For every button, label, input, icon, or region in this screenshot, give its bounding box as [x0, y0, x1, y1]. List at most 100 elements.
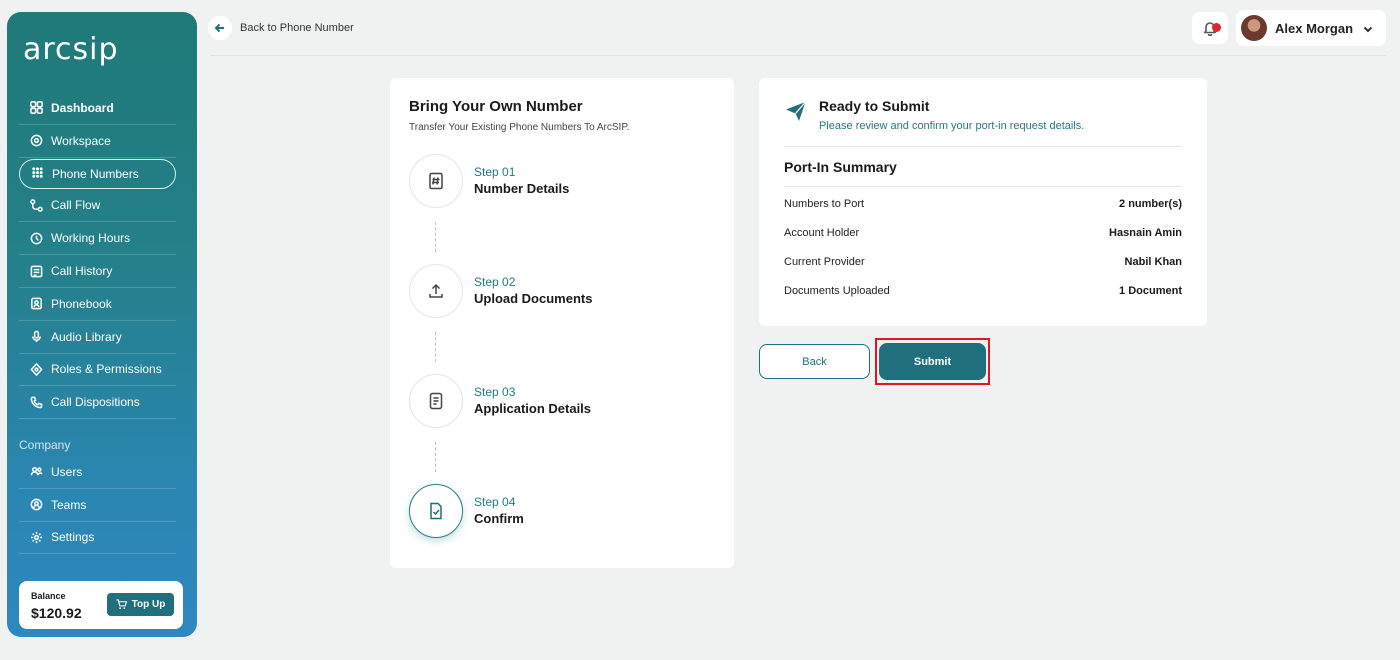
summary-value: 1 Document	[1119, 285, 1182, 297]
step-number: Step 04	[474, 495, 516, 509]
summary-key: Documents Uploaded	[784, 285, 890, 297]
balance-amount: $120.92	[31, 605, 82, 621]
back-to-phone-number-link[interactable]: Back to Phone Number	[240, 22, 354, 34]
sidebar-item-label: Workspace	[51, 133, 111, 148]
flow-icon	[29, 198, 43, 212]
step-name: Upload Documents	[474, 291, 593, 306]
notification-badge	[1212, 23, 1221, 32]
step-connector	[435, 222, 436, 252]
summary-card: Ready to Submit Please review and confir…	[759, 78, 1207, 326]
sidebar-item-label: Audio Library	[51, 329, 122, 344]
phone-icon	[29, 395, 43, 409]
step-connector	[435, 442, 436, 472]
company-nav: Users Teams Settings	[19, 456, 176, 555]
sidebar-item-label: Phonebook	[51, 296, 112, 311]
roles-icon	[29, 362, 43, 376]
steps-subtitle: Transfer Your Existing Phone Numbers To …	[409, 122, 630, 133]
grid-icon	[29, 101, 43, 115]
sidebar-item-label: Phone Numbers	[52, 166, 139, 181]
top-up-label: Top Up	[131, 599, 166, 610]
teams-icon	[29, 498, 43, 512]
steps-title: Bring Your Own Number	[409, 98, 583, 115]
back-button[interactable]: Back	[759, 344, 870, 379]
step-name: Application Details	[474, 401, 592, 416]
submit-button[interactable]: Submit	[879, 343, 986, 380]
summary-row: Current Provider Nabil Khan	[784, 256, 1182, 270]
sidebar-item-call-flow[interactable]: Call Flow	[19, 190, 176, 223]
sidebar-item-label: Call Flow	[51, 198, 101, 213]
sidebar-item-working-hours[interactable]: Working Hours	[19, 222, 176, 256]
sidebar-item-label: Roles & Permissions	[51, 362, 162, 377]
dialpad-icon	[30, 167, 44, 181]
phonebook-icon	[29, 297, 43, 311]
arrow-left-icon	[214, 22, 226, 34]
sidebar-item-label: Settings	[51, 530, 95, 545]
step-number-details[interactable]: Step 01 Number Details	[409, 154, 709, 208]
sidebar-item-roles-permissions[interactable]: Roles & Permissions	[19, 354, 176, 387]
summary-row: Account Holder Hasnain Amin	[784, 227, 1182, 241]
chevron-down-icon	[1362, 22, 1374, 34]
summary-row: Numbers to Port 2 number(s)	[784, 198, 1182, 212]
back-arrow-button[interactable]	[208, 16, 232, 40]
avatar	[1241, 15, 1267, 41]
step-upload-documents[interactable]: Step 02 Upload Documents	[409, 264, 709, 318]
workspace-icon	[29, 134, 43, 148]
step-number: Step 01	[474, 165, 516, 179]
sidebar-item-call-history[interactable]: Call History	[19, 255, 176, 288]
sidebar-item-label: Call History	[51, 264, 113, 279]
clock-icon	[29, 231, 43, 245]
step-application-details[interactable]: Step 03 Application Details	[409, 374, 709, 428]
header-divider	[210, 55, 1386, 56]
sidebar-item-label: Teams	[51, 497, 87, 512]
sidebar-item-call-dispositions[interactable]: Call Dispositions	[19, 386, 176, 420]
document-icon	[426, 391, 446, 411]
ready-title: Ready to Submit	[819, 98, 930, 114]
summary-value: 2 number(s)	[1119, 198, 1182, 210]
summary-title: Port-In Summary	[784, 159, 897, 175]
sidebar-item-audio-library[interactable]: Audio Library	[19, 321, 176, 354]
sidebar-item-label: Working Hours	[51, 231, 131, 246]
top-up-button[interactable]: Top Up	[107, 593, 174, 616]
summary-key: Numbers to Port	[784, 198, 865, 210]
step-circle	[409, 154, 463, 208]
divider	[784, 186, 1182, 187]
summary-key: Current Provider	[784, 256, 865, 268]
step-connector	[435, 332, 436, 362]
sidebar-item-phone-numbers[interactable]: Phone Numbers	[19, 158, 176, 189]
sidebar-item-teams[interactable]: Teams	[19, 489, 176, 522]
balance-card: Balance $120.92 Top Up	[19, 581, 183, 629]
step-name: Number Details	[474, 181, 570, 196]
users-icon	[29, 465, 43, 479]
summary-key: Account Holder	[784, 227, 860, 239]
step-number: Step 02	[474, 275, 516, 289]
cart-icon	[116, 599, 127, 610]
mic-icon	[29, 330, 43, 344]
user-name: Alex Morgan	[1275, 20, 1354, 36]
hash-document-icon	[426, 171, 446, 191]
sidebar-item-dashboard[interactable]: Dashboard	[19, 92, 176, 125]
balance-label: Balance	[31, 591, 66, 601]
arcsip-logo[interactable]: arcsip	[23, 32, 119, 67]
sidebar-item-label: Users	[51, 464, 83, 479]
summary-value: Nabil Khan	[1124, 256, 1182, 268]
steps-card: Bring Your Own Number Transfer Your Exis…	[390, 78, 734, 568]
notifications-button[interactable]	[1192, 12, 1228, 44]
ready-subtitle: Please review and confirm your port-in r…	[819, 120, 1085, 132]
step-confirm[interactable]: Step 04 Confirm	[409, 484, 709, 538]
summary-row: Documents Uploaded 1 Document	[784, 285, 1182, 299]
step-number: Step 03	[474, 385, 516, 399]
sidebar-item-workspace[interactable]: Workspace	[19, 125, 176, 158]
step-circle	[409, 374, 463, 428]
sidebar: arcsip Dashboard Workspace Phone Numbers…	[7, 12, 197, 637]
send-icon	[785, 100, 807, 122]
sidebar-item-users[interactable]: Users	[19, 456, 176, 489]
user-menu[interactable]: Alex Morgan	[1236, 10, 1386, 46]
check-document-icon	[426, 501, 446, 521]
sidebar-item-phonebook[interactable]: Phonebook	[19, 288, 176, 321]
step-circle	[409, 484, 463, 538]
upload-icon	[426, 281, 446, 301]
history-icon	[29, 264, 43, 278]
company-section-label: Company	[19, 438, 71, 452]
sidebar-item-settings[interactable]: Settings	[19, 522, 176, 555]
sidebar-nav: Dashboard Workspace Phone Numbers Call F…	[19, 92, 176, 420]
